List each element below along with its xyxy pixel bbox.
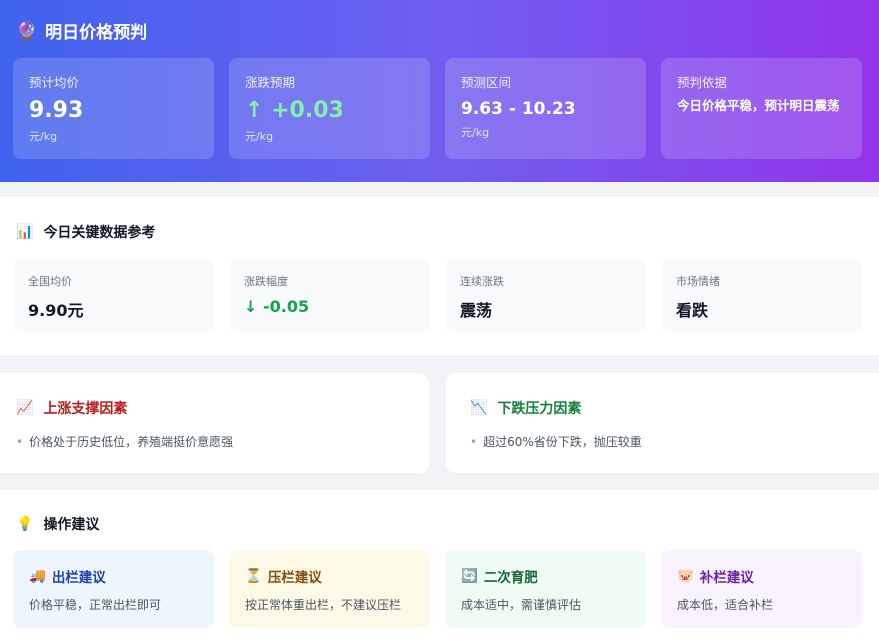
forecast-range-unit: 元/kg <box>461 125 490 139</box>
advice-card-title: 补栏建议 <box>699 570 754 586</box>
bar-chart-icon: 📊 <box>16 224 34 240</box>
pig-face-icon: 🐷 <box>677 568 694 584</box>
advice-card-heading: 🚚 出栏建议 <box>29 566 198 586</box>
cycle-arrows-icon: 🔄 <box>461 568 478 584</box>
stat-label: 市场情绪 <box>676 275 720 288</box>
stat-label: 涨跌幅度 <box>244 275 288 288</box>
upward-factors-card: 📈 上涨支撑因素 • 价格处于历史低位，养殖端挺价意愿强 <box>0 373 429 473</box>
expected-change-label: 涨跌预期 <box>245 75 296 90</box>
expected-change-unit: 元/kg <box>245 130 274 144</box>
stat-value: ↓ -0.05 <box>244 297 310 316</box>
forecast-range-value: 9.63 - 10.23 <box>461 99 576 119</box>
bullet: • <box>16 435 24 449</box>
bullet: • <box>470 435 478 449</box>
predicted-average-value: 9.93 <box>29 98 84 123</box>
stat-card-change-magnitude: 涨跌幅度 ↓ -0.05 <box>229 259 430 332</box>
advice-card-heading: 🔄 二次育肥 <box>461 566 630 586</box>
downward-factors-card: 📉 下跌压力因素 • 超过60%省份下跌，抛压较重 <box>446 373 879 473</box>
stat-card-national-average: 全国均价 9.90元 <box>13 259 214 332</box>
advice-card-desc: 按正常体重出栏，不建议压栏 <box>245 598 402 612</box>
factor-text: 超过60%省份下跌，抛压较重 <box>483 435 642 449</box>
forecast-heading: 🔮 明日价格预判 <box>16 18 148 44</box>
upward-factors-heading: 📈 上涨支撑因素 <box>16 398 127 418</box>
stat-card-consecutive-trend: 连续涨跌 震荡 <box>445 259 646 332</box>
advice-heading: 💡 操作建议 <box>16 514 99 534</box>
forecast-panel: 🔮 明日价格预判 预计均价 9.93 元/kg 涨跌预期 ↑ +0.03 元/k… <box>0 0 879 182</box>
list-item: • 超过60%省份下跌，抛压较重 <box>470 433 642 450</box>
truck-icon: 🚚 <box>29 568 46 584</box>
stat-label: 连续涨跌 <box>460 275 504 288</box>
forecast-title: 明日价格预判 <box>45 23 148 43</box>
predicted-average-label: 预计均价 <box>29 75 80 90</box>
predicted-average-card: 预计均价 9.93 元/kg <box>13 58 214 159</box>
advice-card-desc: 成本适中，需谨慎评估 <box>461 598 582 612</box>
list-item: • 价格处于历史低位，养殖端挺价意愿强 <box>16 433 233 450</box>
advice-card-title: 二次育肥 <box>483 570 538 586</box>
chart-increasing-icon: 📈 <box>16 400 34 416</box>
advice-card-desc: 成本低，适合补栏 <box>677 598 774 612</box>
forecast-range-card: 预测区间 9.63 - 10.23 元/kg <box>445 58 646 159</box>
advice-card-desc: 价格平稳，正常出栏即可 <box>29 598 162 612</box>
forecast-basis-label: 预判依据 <box>677 75 728 90</box>
stat-label: 全国均价 <box>28 275 72 288</box>
stat-value: 9.90元 <box>28 301 84 320</box>
stat-value: 看跌 <box>676 301 709 320</box>
forecast-basis-text: 今日价格平稳，预计明日震荡 <box>677 98 840 113</box>
forecast-basis-card: 预判依据 今日价格平稳，预计明日震荡 <box>661 58 862 159</box>
advice-card-heading: ⏳ 压栏建议 <box>245 566 414 586</box>
factor-text: 价格处于历史低位，养殖端挺价意愿强 <box>29 435 234 449</box>
expected-change-card: 涨跌预期 ↑ +0.03 元/kg <box>229 58 430 159</box>
advice-card-title: 出栏建议 <box>51 570 106 586</box>
advice-card-sell[interactable]: 🚚 出栏建议 价格平稳，正常出栏即可 <box>13 550 214 628</box>
stat-value: 震荡 <box>460 301 493 320</box>
advice-card-hold[interactable]: ⏳ 压栏建议 按正常体重出栏，不建议压栏 <box>229 550 430 628</box>
advice-card-title: 压栏建议 <box>267 570 322 586</box>
chart-decreasing-icon: 📉 <box>470 400 488 416</box>
advice-card-secondary-fattening[interactable]: 🔄 二次育肥 成本适中，需谨慎评估 <box>445 550 646 628</box>
today-data-title: 今日关键数据参考 <box>43 225 156 241</box>
crystal-ball-person-icon: 🔮 <box>16 20 38 41</box>
today-data-section: 📊 今日关键数据参考 全国均价 9.90元 涨跌幅度 ↓ -0.05 连续涨跌 … <box>0 197 879 355</box>
downward-factors-title: 下跌压力因素 <box>497 401 582 417</box>
advice-title: 操作建议 <box>43 517 100 533</box>
stat-card-market-sentiment: 市场情绪 看跌 <box>661 259 862 332</box>
hourglass-icon: ⏳ <box>245 568 262 584</box>
advice-card-heading: 🐷 补栏建议 <box>677 566 846 586</box>
forecast-range-label: 预测区间 <box>461 75 512 90</box>
predicted-average-unit: 元/kg <box>29 130 58 144</box>
light-bulb-icon: 💡 <box>16 516 34 532</box>
advice-card-restock[interactable]: 🐷 补栏建议 成本低，适合补栏 <box>661 550 862 628</box>
expected-change-value: ↑ +0.03 <box>245 98 344 123</box>
downward-factors-heading: 📉 下跌压力因素 <box>470 398 581 418</box>
today-data-heading: 📊 今日关键数据参考 <box>16 222 155 242</box>
upward-factors-title: 上涨支撑因素 <box>43 401 128 417</box>
